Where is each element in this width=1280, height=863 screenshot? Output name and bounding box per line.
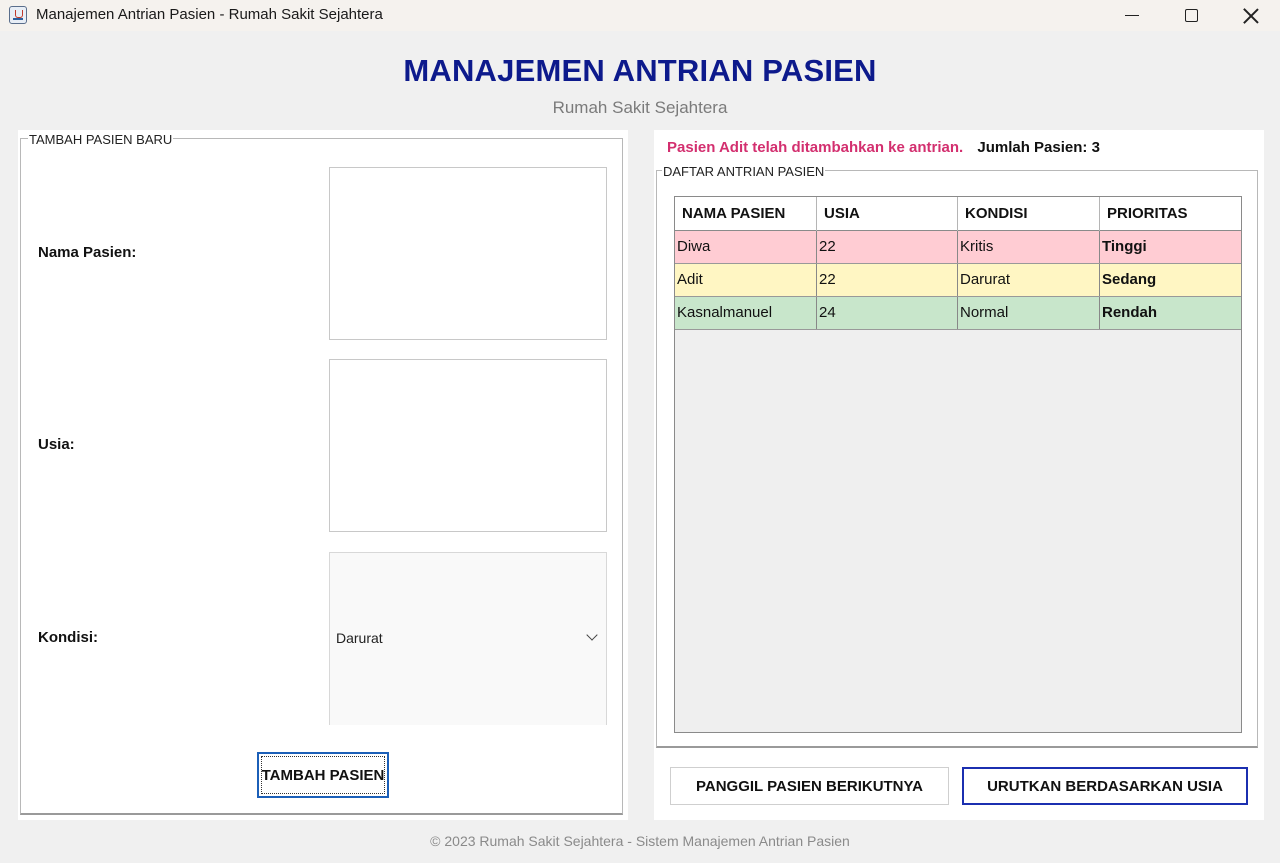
window-title: Manajemen Antrian Pasien - Rumah Sakit S…: [36, 6, 383, 23]
cell-condition: Kritis: [958, 231, 1100, 263]
cell-age: 24: [817, 297, 958, 329]
status-line: Pasien Adit telah ditambahkan ke antrian…: [667, 139, 1100, 156]
patient-count: Jumlah Pasien: 3: [977, 139, 1100, 156]
minimize-icon: [1125, 14, 1139, 17]
cell-name: Kasnalmanuel: [675, 297, 817, 329]
add-patient-legend: TAMBAH PASIEN BARU: [28, 132, 174, 147]
footer-text: © 2023 Rumah Sakit Sejahtera - Sistem Ma…: [430, 833, 850, 849]
add-patient-button-label: TAMBAH PASIEN: [261, 766, 385, 784]
cell-age: 22: [817, 264, 958, 296]
java-cup-icon: [9, 6, 27, 24]
cell-priority: Tinggi: [1102, 238, 1147, 255]
call-next-patient-button[interactable]: PANGGIL PASIEN BERIKUTNYA: [670, 767, 949, 805]
table-header: NAMA PASIEN USIA KONDISI PRIORITAS: [675, 197, 1241, 231]
cell-name: Diwa: [675, 231, 817, 263]
table-row[interactable]: Diwa 22 Kritis Tinggi: [675, 231, 1241, 264]
condition-select[interactable]: Darurat: [329, 552, 607, 725]
window-titlebar: Manajemen Antrian Pasien - Rumah Sakit S…: [0, 0, 1280, 31]
column-header-name[interactable]: NAMA PASIEN: [675, 197, 817, 231]
queue-legend: DAFTAR ANTRIAN PASIEN: [662, 164, 826, 179]
age-label: Usia:: [38, 436, 75, 453]
close-button[interactable]: [1222, 0, 1280, 31]
status-message: Pasien Adit telah ditambahkan ke antrian…: [667, 139, 964, 156]
name-label: Nama Pasien:: [38, 244, 137, 261]
cell-priority: Rendah: [1102, 304, 1158, 321]
queue-panel: Pasien Adit telah ditambahkan ke antrian…: [654, 130, 1264, 820]
minimize-button[interactable]: [1103, 0, 1161, 31]
cell-condition: Normal: [958, 297, 1100, 329]
sort-by-age-button[interactable]: URUTKAN BERDASARKAN USIA: [962, 767, 1248, 805]
queue-table[interactable]: NAMA PASIEN USIA KONDISI PRIORITAS Diwa 2…: [674, 196, 1242, 733]
page-title: MANAJEMEN ANTRIAN PASIEN: [403, 53, 877, 88]
condition-select-value: Darurat: [336, 630, 383, 646]
name-input[interactable]: [329, 167, 607, 340]
cell-condition: Darurat: [958, 264, 1100, 296]
table-row[interactable]: Kasnalmanuel 24 Normal Rendah: [675, 297, 1241, 330]
maximize-button[interactable]: [1162, 0, 1220, 31]
column-header-condition[interactable]: KONDISI: [958, 197, 1100, 231]
condition-label: Kondisi:: [38, 629, 98, 646]
page-subtitle: Rumah Sakit Sejahtera: [552, 98, 728, 117]
cell-priority: Sedang: [1102, 271, 1157, 288]
maximize-icon: [1184, 9, 1198, 22]
column-header-age[interactable]: USIA: [817, 197, 958, 231]
age-input[interactable]: [329, 359, 607, 532]
chevron-down-icon: [586, 629, 598, 641]
close-icon: [1243, 8, 1259, 24]
table-row[interactable]: Adit 22 Darurat Sedang: [675, 264, 1241, 297]
cell-name: Adit: [675, 264, 817, 296]
table-body: Diwa 22 Kritis Tinggi Adit 22 Darurat Sedang Kas…: [675, 231, 1241, 330]
cell-age: 22: [817, 231, 958, 263]
add-patient-button[interactable]: TAMBAH PASIEN: [257, 752, 389, 798]
column-header-priority[interactable]: PRIORITAS: [1100, 197, 1241, 231]
add-patient-panel: TAMBAH PASIEN BARU Nama Pasien: Usia: Ko…: [18, 130, 628, 820]
